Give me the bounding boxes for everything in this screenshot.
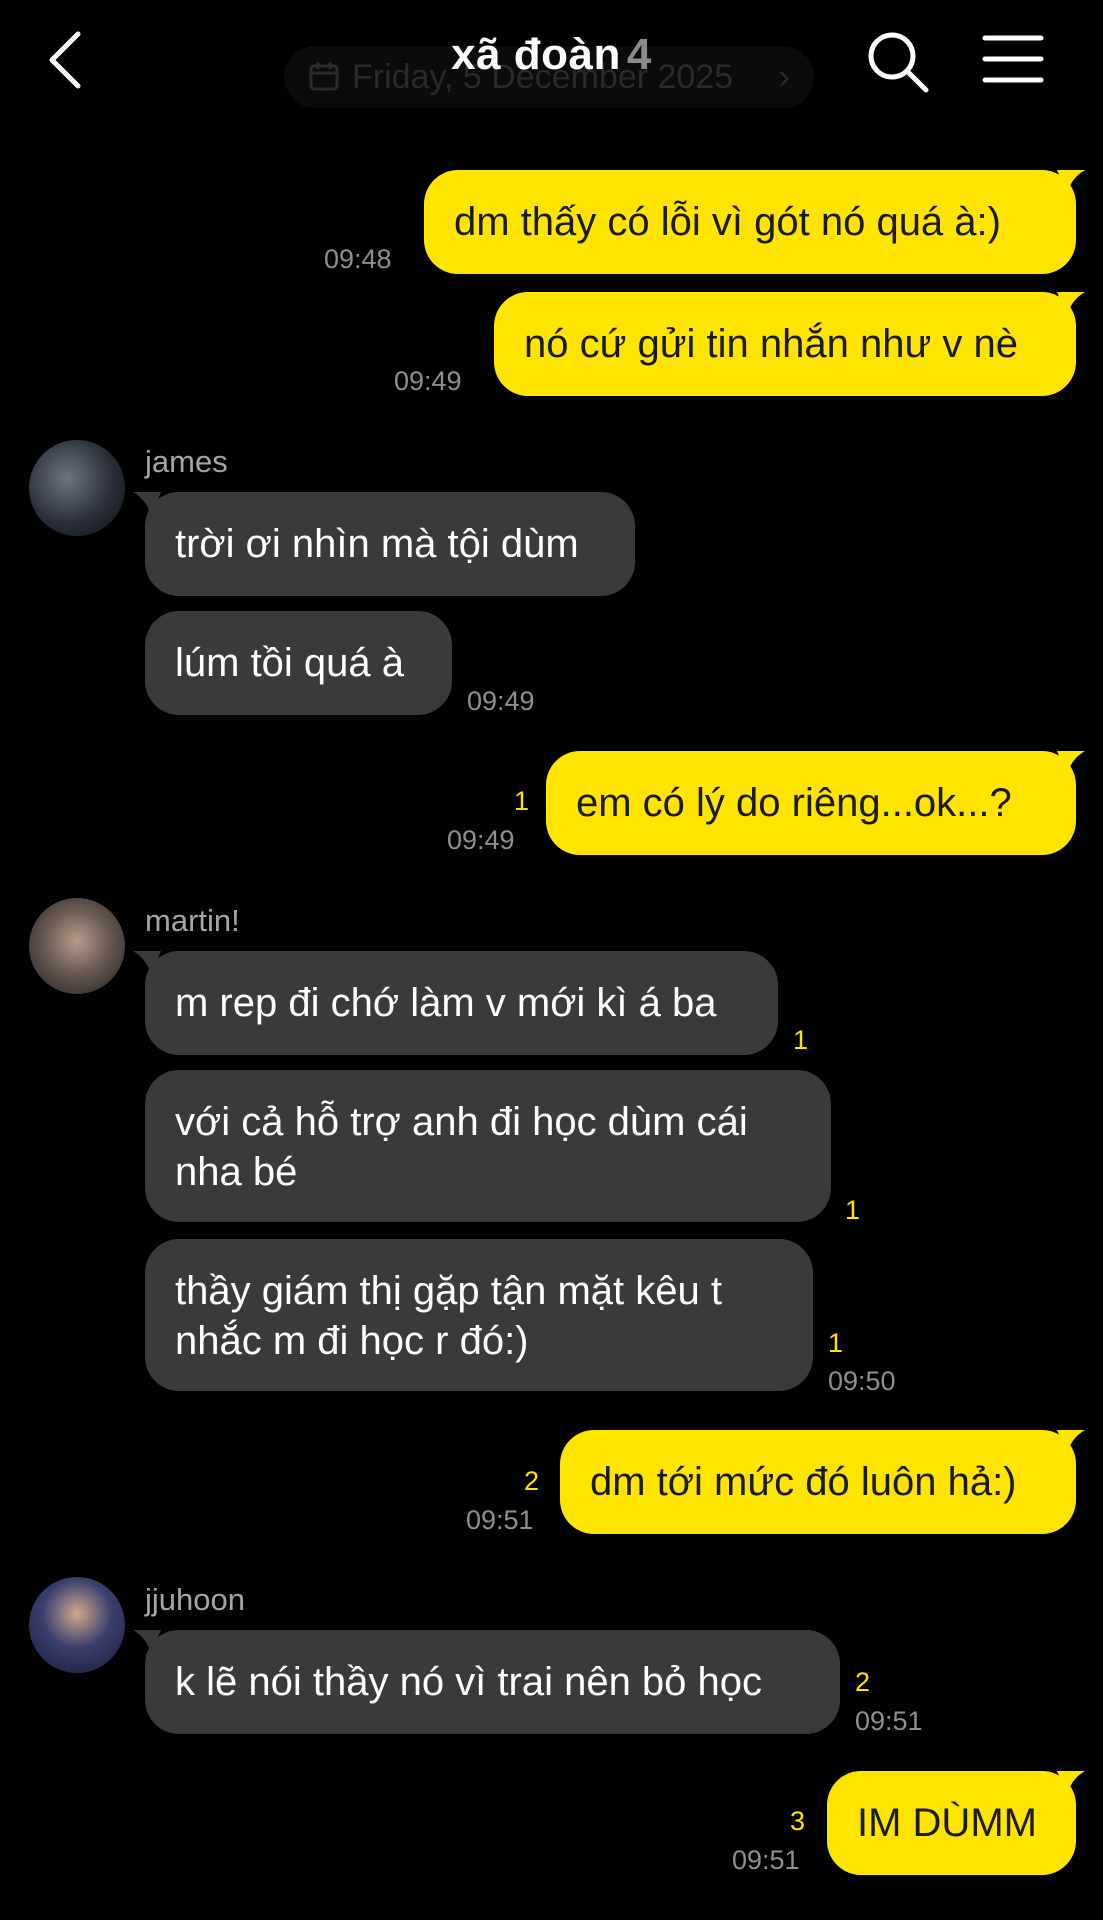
- unread-count: 2: [524, 1466, 540, 1496]
- message-text-line: với cả hỗ trợ anh đi học dùm cái: [175, 1100, 748, 1144]
- bubble-tail: [133, 1630, 161, 1654]
- sender-name: martin!: [145, 903, 240, 938]
- message-time: 09:51: [732, 1845, 800, 1875]
- my-message[interactable]: dm tới mức đó luôn hả:): [560, 1430, 1076, 1534]
- received-message[interactable]: thầy giám thị gặp tận mặt kêu t nhắc m đ…: [145, 1239, 813, 1391]
- message-text: k lẽ nói thầy nó vì trai nên bỏ học: [175, 1660, 763, 1704]
- chat-header: Friday, 5 December 2025 › xã đoàn 4: [0, 0, 1103, 130]
- menu-icon: [982, 35, 1044, 83]
- bubble-tail: [133, 492, 161, 516]
- unread-count: 1: [828, 1328, 844, 1358]
- chat-title: xã đoàn 4: [0, 30, 1103, 80]
- message-text: trời ơi nhìn mà tội dùm: [175, 522, 579, 566]
- search-button[interactable]: [862, 26, 932, 96]
- avatar[interactable]: [29, 1577, 125, 1673]
- bubble-tail: [1057, 1430, 1085, 1454]
- menu-button[interactable]: [976, 26, 1050, 96]
- bubble-tail: [1057, 170, 1085, 194]
- message-time: 09:49: [447, 825, 515, 855]
- unread-count: 2: [855, 1667, 871, 1697]
- message-text-line: thầy giám thị gặp tận mặt kêu t: [175, 1269, 722, 1313]
- unread-count: 3: [790, 1806, 806, 1836]
- avatar[interactable]: [29, 898, 125, 994]
- message-text: nó cứ gửi tin nhắn như v nè: [524, 322, 1018, 366]
- bubble-tail: [133, 951, 161, 975]
- my-message[interactable]: em có lý do riêng...ok...?: [546, 751, 1076, 855]
- bubble-tail: [1057, 751, 1085, 775]
- received-message[interactable]: k lẽ nói thầy nó vì trai nên bỏ học: [145, 1630, 840, 1734]
- received-message[interactable]: lúm tồi quá à: [145, 611, 452, 715]
- my-message[interactable]: IM DÙMM: [827, 1771, 1076, 1875]
- message-time: 09:50: [828, 1366, 896, 1396]
- message-text: m rep đi chớ làm v mới kì á ba: [175, 981, 717, 1025]
- received-message[interactable]: m rep đi chớ làm v mới kì á ba: [145, 951, 778, 1055]
- received-message[interactable]: trời ơi nhìn mà tội dùm: [145, 492, 635, 596]
- message-text: IM DÙMM: [857, 1801, 1037, 1845]
- message-text: dm thấy có lỗi vì gót nó quá à:): [454, 200, 1001, 244]
- unread-count: 1: [845, 1195, 861, 1225]
- message-time: 09:51: [855, 1706, 923, 1736]
- search-icon: [868, 32, 929, 93]
- message-text: lúm tồi quá à: [175, 641, 405, 685]
- unread-count: 1: [514, 786, 530, 816]
- bubble-tail: [1057, 1771, 1085, 1795]
- received-message[interactable]: với cả hỗ trợ anh đi học dùm cái nha bé: [145, 1070, 831, 1222]
- message-time: 09:51: [466, 1505, 534, 1535]
- message-text-line: nhắc m đi học r đó:): [175, 1319, 529, 1363]
- my-message[interactable]: dm thấy có lỗi vì gót nó quá à:): [424, 170, 1076, 274]
- message-time: 09:49: [394, 366, 462, 396]
- message-time: 09:49: [467, 686, 535, 716]
- bubble-tail: [1057, 292, 1085, 316]
- my-message[interactable]: nó cứ gửi tin nhắn như v nè: [494, 292, 1076, 396]
- member-count: 4: [626, 30, 652, 79]
- sender-name: james: [145, 444, 228, 479]
- message-text: em có lý do riêng...ok...?: [576, 781, 1012, 825]
- avatar[interactable]: [29, 440, 125, 536]
- message-text: dm tới mức đó luôn hả:): [590, 1460, 1017, 1504]
- message-time: 09:48: [324, 244, 392, 274]
- unread-count: 1: [793, 1025, 809, 1055]
- sender-name: jjuhoon: [145, 1582, 245, 1617]
- chat-name: xã đoàn: [451, 30, 621, 79]
- message-text-line: nha bé: [175, 1150, 298, 1194]
